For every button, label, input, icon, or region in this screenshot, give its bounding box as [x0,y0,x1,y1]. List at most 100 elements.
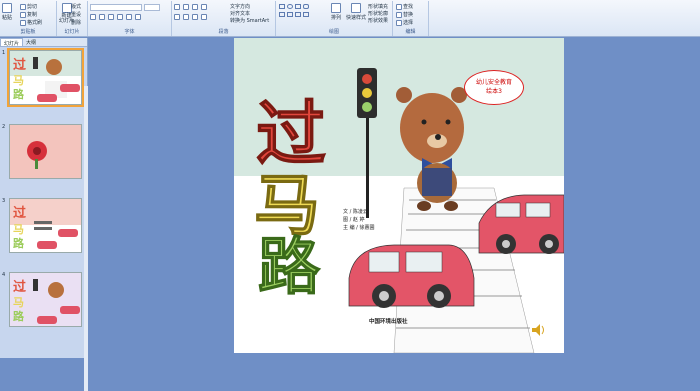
svg-text:路: 路 [13,87,25,101]
credits-block: 文 / 陈凌云 图 / 赵 婷 主 编 / 徐蕙圃 [343,208,374,232]
bold-icon[interactable] [90,14,96,20]
car-left [348,244,475,308]
paragraph-group: 文字方向 对齐文本 转换为 SmartArt 段落 [172,1,276,36]
paragraph-label: 段落 [218,29,229,35]
editing-group: 查找 替换 选择 编辑 [393,1,429,36]
slides-label: 幻灯片 [64,29,80,35]
rounded-rect-shape-icon[interactable] [303,4,309,9]
font-size-box[interactable] [144,4,160,11]
font-format-buttons [90,14,141,20]
replace-button[interactable]: 替换 [396,11,413,18]
title-char-3: 路 [258,230,321,303]
format-painter-button[interactable]: 格式刷 [20,19,42,26]
slide-thumbnail-3[interactable]: 过 马 路 [9,198,82,253]
title-char-1: 过 [256,93,326,175]
smartart-button[interactable]: 转换为 SmartArt [230,17,269,24]
copy-icon [20,11,26,18]
rectangle-shape-icon[interactable] [279,4,285,9]
svg-text:马: 马 [13,223,24,236]
font-label: 字体 [124,29,135,35]
svg-text:路: 路 [13,236,25,250]
font-group: 字体 [88,1,172,36]
italic-icon[interactable] [99,14,105,20]
ribbon: 粘贴 剪切 复制 格式刷 剪贴板 新建 幻灯片 版式 重设 删除 幻灯片 字体 … [0,0,700,37]
publisher-name: 中国环境出版社 [369,319,408,325]
credit-illustrator: 图 / 赵 婷 [343,217,365,223]
drawing-label: 绘图 [328,29,339,35]
oval-shape-icon[interactable] [287,4,293,9]
shadow-icon[interactable] [126,14,132,20]
shape-effects-button[interactable]: 形状效果 [368,17,388,24]
slide-editing-area: 过 马 路 幼儿安全教育 绘本3 文 / 陈凌云 图 / 赵 婷 主 编 / 徐… [89,38,700,358]
badge-line-1: 幼儿安全教育 [475,79,512,86]
align-right-icon[interactable] [192,14,198,20]
numbering-icon[interactable] [183,4,189,10]
star-shape-icon[interactable] [295,12,301,17]
svg-text:马: 马 [13,74,24,87]
cursor-icon [396,19,402,26]
decrease-indent-icon[interactable] [192,4,198,10]
scissors-icon [20,3,26,10]
slide-thumbnail-2[interactable] [9,124,82,179]
tab-outline[interactable]: 大纲 [23,38,39,46]
svg-text:过: 过 [13,205,26,221]
select-button[interactable]: 选择 [396,19,413,26]
slide-thumbnail-4[interactable]: 过 马 路 [9,272,82,327]
slides-pane: 幻灯片 大纲 1 过 马 路 2 3 过 马 路 4 过 马 路 [0,38,88,391]
align-center-icon[interactable] [183,14,189,20]
tab-slides[interactable]: 幻灯片 [0,38,24,47]
slide-number: 3 [2,198,6,204]
justify-icon[interactable] [201,14,207,20]
drawing-group: 排列 快速样式 形状填充 形状轮廓 形状效果 绘图 [276,1,393,36]
arrange-button[interactable]: 排列 [331,3,341,21]
copy-button[interactable]: 复制 [20,11,37,18]
align-buttons [174,14,207,20]
svg-text:马: 马 [13,296,24,309]
bullets-icon[interactable] [174,4,180,10]
credit-author: 文 / 陈凌云 [343,209,368,215]
pane-tabs: 幻灯片 大纲 [0,38,87,47]
new-slide-icon [61,3,72,13]
pane-scrollbar[interactable] [84,86,88,391]
badge-line-2: 绘本3 [486,88,502,95]
delete-slide-button[interactable]: 删除 [71,19,81,26]
quick-styles-button[interactable]: 快速样式 [346,3,366,21]
layout-button[interactable]: 版式 [71,3,81,10]
quick-styles-icon [351,3,361,13]
font-color-icon[interactable] [135,14,141,20]
binoculars-icon [396,3,402,10]
increase-indent-icon[interactable] [201,4,207,10]
align-text-button[interactable]: 对齐文本 [230,10,250,17]
brush-icon [20,19,26,26]
svg-text:过: 过 [13,279,26,295]
shape-fill-button[interactable]: 形状填充 [368,3,388,10]
speaker-icon[interactable] [532,324,544,336]
line-shape-icon[interactable] [279,12,285,17]
svg-text:路: 路 [13,309,25,323]
cut-button[interactable]: 剪切 [20,3,37,10]
reset-button[interactable]: 重设 [71,11,81,18]
clipboard-label: 剪贴板 [20,29,36,35]
text-direction-button[interactable]: 文字方向 [230,3,250,10]
strikethrough-icon[interactable] [117,14,123,20]
slide-thumbnail-1[interactable]: 过 马 路 [7,48,84,107]
font-name-box[interactable] [90,4,142,11]
shape-outline-button[interactable]: 形状轮廓 [368,10,388,17]
paste-button[interactable]: 粘贴 [2,3,12,21]
paste-icon [2,3,12,13]
slide-number: 2 [2,124,6,130]
arrow-shape-icon[interactable] [287,12,293,17]
slide-number: 4 [2,272,6,278]
underline-icon[interactable] [108,14,114,20]
slide-canvas[interactable]: 过 马 路 幼儿安全教育 绘本3 文 / 陈凌云 图 / 赵 婷 主 编 / 徐… [234,38,564,353]
align-left-icon[interactable] [174,14,180,20]
svg-text:过: 过 [13,57,26,73]
series-badge: 幼儿安全教育 绘本3 [464,70,524,105]
list-buttons [174,4,207,10]
callout-shape-icon[interactable] [303,12,309,17]
replace-icon [396,11,402,18]
arrange-icon [331,3,341,13]
find-button[interactable]: 查找 [396,3,413,10]
credit-editor: 主 编 / 徐蕙圃 [343,225,375,231]
textbox-shape-icon[interactable] [295,4,301,9]
